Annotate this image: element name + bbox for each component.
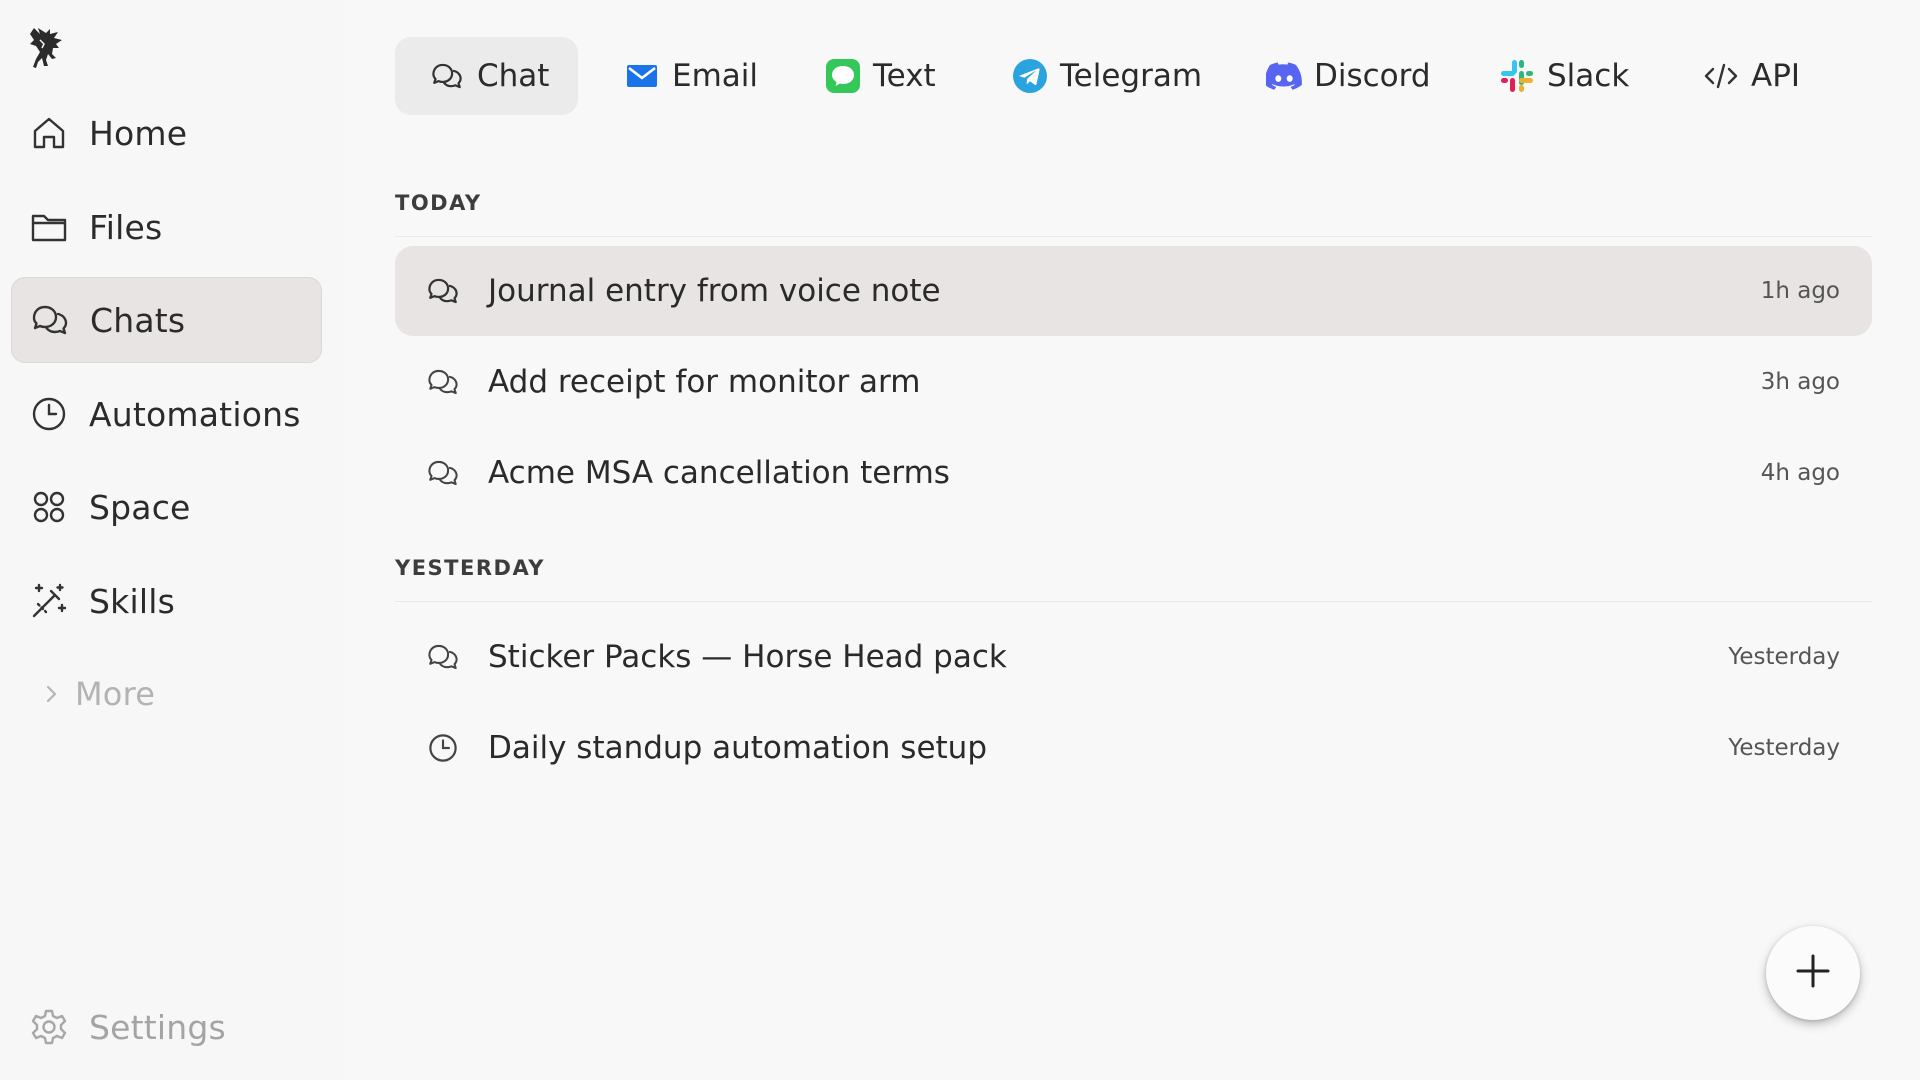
sidebar-item-space[interactable]: Space [11,464,322,550]
sidebar-item-label: Chats [90,300,186,340]
chat-list-item[interactable]: Acme MSA cancellation terms 4h ago [395,428,1872,518]
section-divider [395,601,1872,602]
chat-bubbles-icon [425,364,461,400]
tab-api[interactable]: API [1703,37,1800,115]
telegram-icon [1012,58,1048,94]
tab-label: Telegram [1060,58,1203,94]
sidebar-item-label: Home [89,113,188,153]
tab-text[interactable]: Text [825,37,936,115]
sidebar-item-files[interactable]: Files [11,184,322,270]
sidebar-settings-label: Settings [89,1007,226,1047]
chevron-right-icon [31,674,71,714]
chat-bubbles-icon [30,300,70,340]
chat-bubbles-icon [425,273,461,309]
chat-bubbles-icon [429,58,465,94]
pegasus-logo-icon[interactable] [26,24,68,70]
slack-icon [1499,58,1535,94]
sidebar-more-toggle[interactable]: More [11,651,322,737]
chat-timestamp: 3h ago [1760,369,1840,395]
sidebar-item-automations[interactable]: Automations [11,371,322,457]
chat-list-item[interactable]: Journal entry from voice note 1h ago [395,246,1872,336]
section-heading-today: TODAY [395,191,482,215]
clock-icon [425,730,461,766]
section-heading-yesterday: YESTERDAY [395,556,545,580]
tab-label: Discord [1314,58,1431,94]
discord-icon [1266,58,1302,94]
chat-title: Daily standup automation setup [488,730,987,766]
chat-timestamp: Yesterday [1728,735,1840,761]
section-divider [395,236,1872,237]
sidebar-item-label: Files [89,207,163,247]
chat-list-item[interactable]: Add receipt for monitor arm 3h ago [395,337,1872,427]
tab-label: Email [672,58,759,94]
chat-title: Sticker Packs — Horse Head pack [488,639,1007,675]
gear-icon [29,1007,69,1047]
imessage-icon [825,58,861,94]
tab-telegram[interactable]: Telegram [1012,37,1202,115]
chat-list-item[interactable]: Daily standup automation setup Yesterday [395,703,1872,793]
tab-label: Text [873,58,936,94]
chat-title: Journal entry from voice note [488,273,941,309]
sidebar-more-label: More [75,675,156,713]
chat-bubbles-icon [425,455,461,491]
sidebar-item-label: Automations [89,394,301,434]
app-window: Home Files Chats Automations Space Skill… [0,0,1920,1080]
chat-timestamp: Yesterday [1728,644,1840,670]
tab-label: Slack [1547,58,1630,94]
grid-circles-icon [29,487,69,527]
sidebar: Home Files Chats Automations Space Skill… [0,0,345,1080]
sidebar-item-label: Skills [89,581,175,621]
chat-bubbles-icon [425,639,461,675]
code-icon [1703,58,1739,94]
chat-timestamp: 4h ago [1760,460,1840,486]
sidebar-item-label: Space [89,487,191,527]
tab-label: Chat [477,58,550,94]
email-icon [624,58,660,94]
sidebar-item-settings[interactable]: Settings [11,984,322,1070]
tab-chat[interactable]: Chat [395,37,578,115]
magic-wand-icon [29,581,69,621]
chat-list-item[interactable]: Sticker Packs — Horse Head pack Yesterda… [395,612,1872,702]
tab-label: API [1751,58,1801,94]
new-chat-button[interactable] [1766,926,1860,1020]
chat-title: Acme MSA cancellation terms [488,455,950,491]
tab-discord[interactable]: Discord [1266,37,1431,115]
plus-icon [1794,952,1832,994]
sidebar-item-skills[interactable]: Skills [11,558,322,644]
chat-timestamp: 1h ago [1760,278,1840,304]
tab-email[interactable]: Email [624,37,758,115]
clock-icon [29,394,69,434]
tab-slack[interactable]: Slack [1499,37,1629,115]
sidebar-item-home[interactable]: Home [11,90,322,176]
sidebar-item-chats[interactable]: Chats [11,277,322,363]
home-icon [29,113,69,153]
chat-title: Add receipt for monitor arm [488,364,921,400]
folder-icon [29,207,69,247]
